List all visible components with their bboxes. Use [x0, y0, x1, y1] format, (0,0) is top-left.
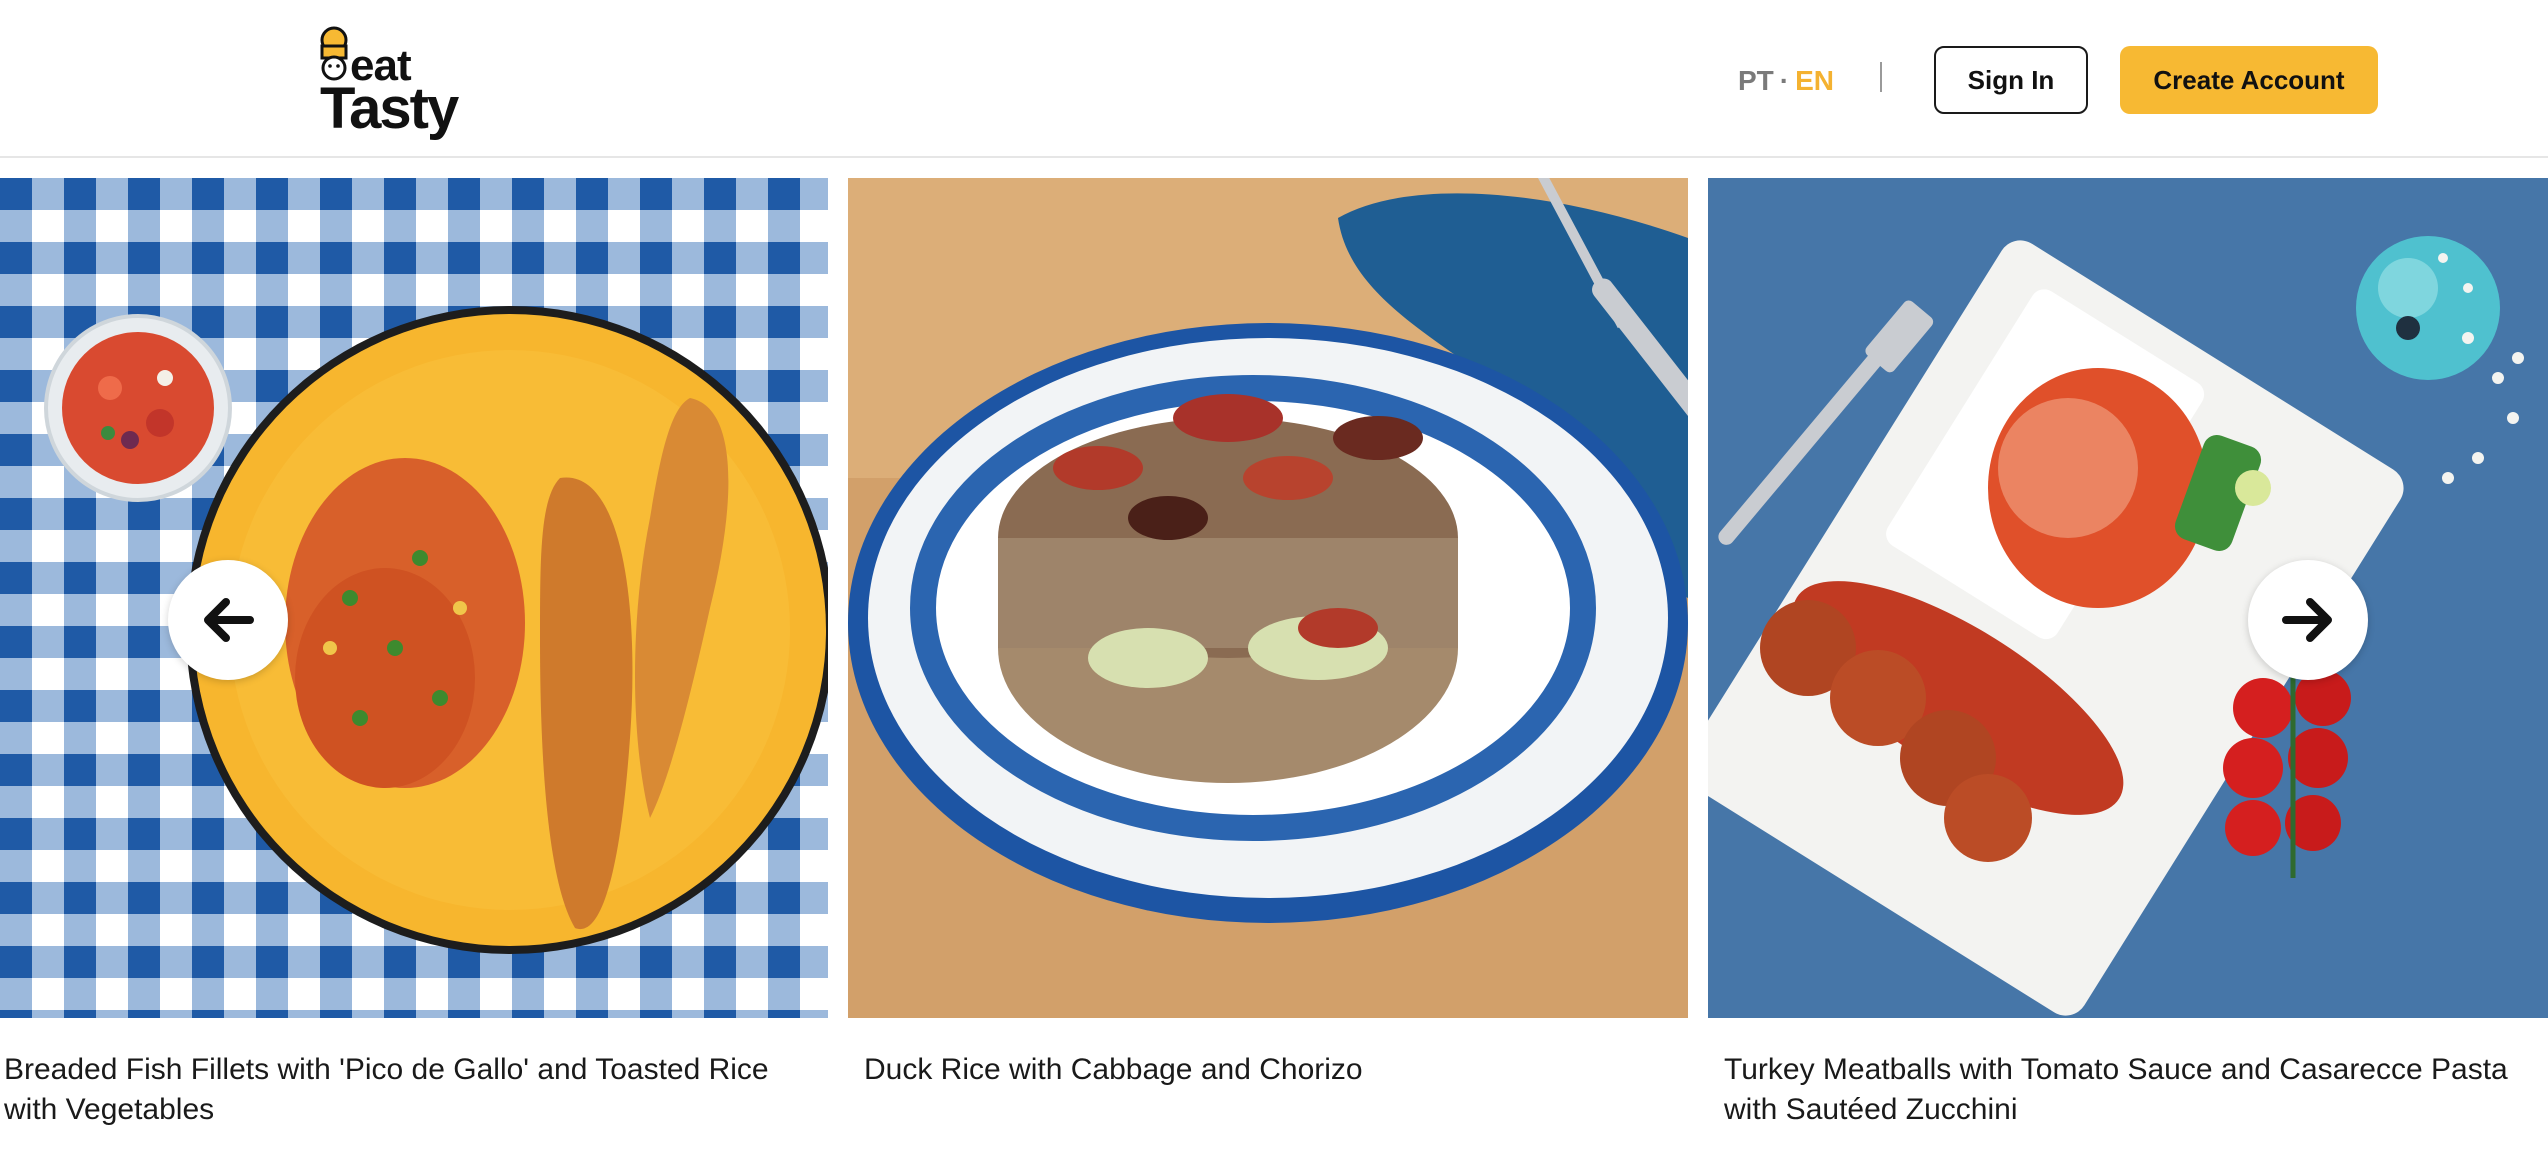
arrow-left-icon — [204, 598, 254, 642]
meal-title[interactable]: Breaded Fish Fillets with 'Pico de Gallo… — [4, 1050, 824, 1130]
arrow-right-icon — [2282, 598, 2332, 642]
language-switcher: PT · EN — [1738, 64, 1834, 98]
meal-card[interactable]: Breaded Fish Fillets with 'Pico de Gallo… — [0, 178, 828, 1150]
header-divider — [1880, 62, 1882, 92]
lang-pt-link[interactable]: PT — [1738, 65, 1774, 96]
lang-separator: · — [1779, 65, 1790, 96]
meal-image[interactable] — [848, 178, 1688, 1018]
create-account-button[interactable]: Create Account — [2120, 46, 2378, 114]
header: eat Tasty PT · EN Sign In Create Account — [0, 0, 2548, 158]
eat-tasty-logo[interactable]: eat Tasty — [312, 22, 459, 142]
meal-card[interactable]: Duck Rice with Cabbage and Chorizo — [848, 178, 1688, 1150]
meal-card[interactable]: Turkey Meatballs with Tomato Sauce and C… — [1708, 178, 2548, 1150]
meal-carousel: Breaded Fish Fillets with 'Pico de Gallo… — [0, 178, 2548, 1150]
carousel-next-button[interactable] — [2248, 560, 2368, 680]
logo-text-tasty: Tasty — [320, 76, 459, 141]
carousel-prev-button[interactable] — [168, 560, 288, 680]
meal-image[interactable] — [1708, 178, 2548, 1018]
meal-title[interactable]: Duck Rice with Cabbage and Chorizo — [864, 1050, 1684, 1090]
sign-in-button[interactable]: Sign In — [1934, 46, 2088, 114]
meal-title[interactable]: Turkey Meatballs with Tomato Sauce and C… — [1724, 1050, 2534, 1130]
meal-image[interactable] — [0, 178, 828, 1018]
lang-en-link[interactable]: EN — [1795, 65, 1834, 96]
